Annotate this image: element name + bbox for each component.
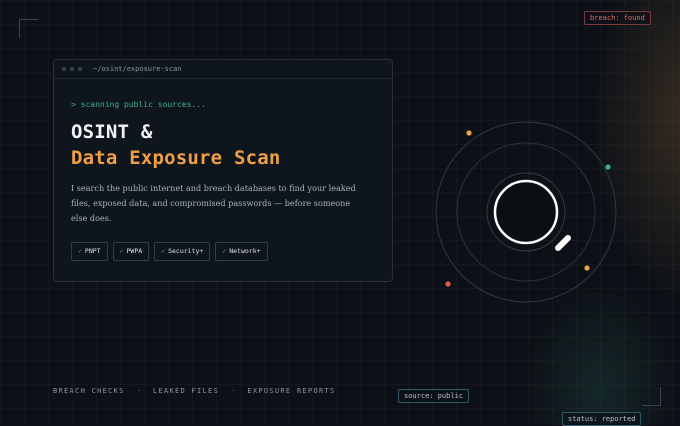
footer-link-leaked-files: LEAKED FILES [152,387,220,395]
status-tag: status: reported [562,412,642,426]
footer-link-exposure-reports: EXPOSURE REPORTS [247,387,336,395]
footer-separator: · [231,387,236,395]
radar-graphic [435,121,617,303]
footer-separator: · [136,387,141,395]
magnifying-glass-icon [493,179,571,251]
radar-blip-green [605,164,611,170]
radar-blip-orange [584,265,590,271]
source-tag: source: public [398,389,470,403]
footer-links: BREACH CHECKS · LEAKED FILES · EXPOSURE … [53,387,336,395]
radar-blip-orange [466,130,472,136]
radar-blip-red [445,281,451,287]
footer-link-breach-checks: BREACH CHECKS [53,387,125,395]
